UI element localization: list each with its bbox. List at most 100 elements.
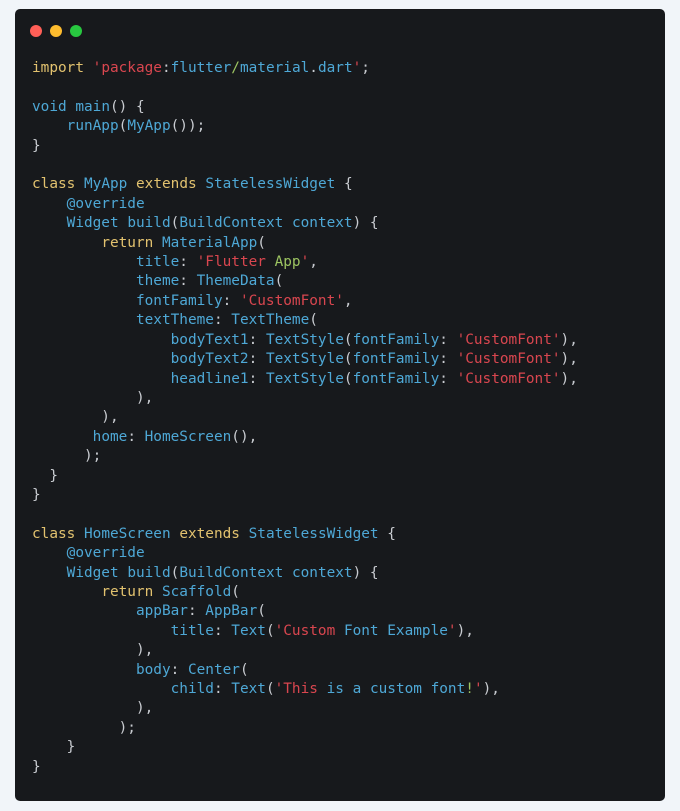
punctuation-token: ), bbox=[560, 331, 578, 348]
punctuation-token: } bbox=[32, 739, 76, 756]
identifier-token: fontFamily bbox=[352, 370, 440, 387]
punctuation-token: : bbox=[179, 273, 197, 290]
punctuation-token bbox=[379, 623, 388, 639]
punctuation-token bbox=[361, 681, 370, 697]
punctuation-token bbox=[32, 332, 171, 348]
identifier-token: AppBar bbox=[205, 603, 258, 620]
identifier-token: StatelessWidget bbox=[205, 176, 336, 193]
punctuation-token: ), bbox=[32, 389, 154, 406]
punctuation-token bbox=[32, 371, 171, 387]
punctuation-token: : bbox=[161, 60, 171, 76]
punctuation-token bbox=[75, 176, 84, 192]
punctuation-token: : bbox=[213, 681, 232, 697]
identifier-token: runApp bbox=[66, 118, 119, 135]
identifier-token: void bbox=[32, 98, 67, 115]
code-line: ), bbox=[32, 699, 578, 718]
identifier-token: headline1 bbox=[170, 370, 249, 387]
close-dot-icon[interactable] bbox=[30, 25, 42, 37]
identifier-token: HomeScreen bbox=[144, 428, 232, 445]
code-line: child: Text('This is a custom font!'), bbox=[32, 680, 578, 699]
code-line: class MyApp extends StatelessWidget { bbox=[32, 175, 578, 194]
identifier-token: HomeScreen bbox=[84, 525, 171, 542]
code-line: import 'package:flutter/material.dart'; bbox=[32, 59, 578, 78]
code-line: body: Center( bbox=[32, 661, 578, 680]
maximize-dot-icon[interactable] bbox=[70, 25, 82, 37]
identifier-token: custom bbox=[369, 681, 422, 697]
identifier-token: @override bbox=[66, 545, 145, 562]
punctuation-token: ( bbox=[343, 351, 353, 368]
punctuation-token bbox=[32, 662, 136, 678]
punctuation-token: , bbox=[309, 254, 318, 271]
punctuation-token: ()); bbox=[170, 118, 206, 135]
highlight-token: ! bbox=[465, 681, 474, 697]
punctuation-token: : bbox=[248, 351, 266, 368]
code-line: } bbox=[32, 467, 578, 486]
punctuation-token bbox=[32, 196, 67, 212]
code-line: home: HomeScreen(), bbox=[32, 428, 578, 447]
identifier-token: TextStyle bbox=[265, 370, 344, 387]
window-controls bbox=[30, 25, 82, 37]
punctuation-token: ( bbox=[343, 331, 353, 348]
punctuation-token bbox=[119, 215, 128, 231]
punctuation-token: ) { bbox=[352, 564, 379, 581]
punctuation-token: : bbox=[439, 370, 457, 387]
minimize-dot-icon[interactable] bbox=[50, 25, 62, 37]
code-line: Widget build(BuildContext context) { bbox=[32, 214, 578, 233]
identifier-token: build bbox=[127, 564, 171, 581]
punctuation-token bbox=[32, 429, 93, 445]
punctuation-token: , bbox=[343, 292, 353, 309]
identifier-token: material bbox=[239, 60, 310, 76]
identifier-token: MyApp bbox=[127, 118, 171, 135]
code-line: } bbox=[32, 738, 578, 757]
string-token: ' bbox=[352, 60, 362, 76]
punctuation-token bbox=[32, 215, 67, 231]
keyword-token: import bbox=[32, 60, 84, 76]
code-line: theme: ThemeData( bbox=[32, 272, 578, 291]
punctuation-token: ) { bbox=[352, 215, 379, 232]
keyword-token: class bbox=[32, 525, 76, 542]
identifier-token: bodyText2 bbox=[170, 351, 249, 368]
identifier-token: Example bbox=[387, 622, 448, 639]
keyword-token: extends bbox=[136, 176, 197, 193]
identifier-token: fontFamily bbox=[352, 331, 440, 348]
string-token: 'package bbox=[92, 60, 162, 76]
punctuation-token bbox=[153, 235, 162, 251]
code-line: headline1: TextStyle(fontFamily: 'Custom… bbox=[32, 370, 578, 389]
punctuation-token bbox=[266, 254, 275, 270]
string-token: ' bbox=[300, 254, 310, 271]
punctuation-token bbox=[32, 293, 136, 309]
punctuation-token: ( bbox=[274, 273, 284, 290]
identifier-token: dart bbox=[317, 60, 353, 76]
code-line: bodyText1: TextStyle(fontFamily: 'Custom… bbox=[32, 331, 578, 350]
string-token: 'Custom bbox=[274, 622, 336, 639]
punctuation-token bbox=[75, 526, 84, 542]
identifier-token: child bbox=[170, 681, 214, 697]
code-line: void main() { bbox=[32, 98, 578, 117]
keyword-token: extends bbox=[179, 525, 240, 542]
string-token: 'This bbox=[274, 681, 318, 697]
identifier-token: flutter bbox=[170, 60, 232, 76]
identifier-token: Font bbox=[343, 622, 379, 639]
string-token: 'CustomFont' bbox=[239, 292, 344, 309]
code-line: @override bbox=[32, 544, 578, 563]
code-window: import 'package:flutter/material.dart'; … bbox=[15, 9, 665, 801]
punctuation-token: } bbox=[32, 467, 58, 484]
identifier-token: context bbox=[291, 564, 353, 581]
code-line: ), bbox=[32, 408, 578, 427]
punctuation-token: ( bbox=[170, 564, 180, 581]
code-line: @override bbox=[32, 195, 578, 214]
identifier-token: a bbox=[352, 681, 362, 697]
punctuation-token: ), bbox=[32, 409, 119, 426]
identifier-token: StatelessWidget bbox=[248, 525, 379, 542]
punctuation-token bbox=[240, 526, 249, 542]
punctuation-token: ( bbox=[309, 312, 318, 329]
code-line: class HomeScreen extends StatelessWidget… bbox=[32, 525, 578, 544]
identifier-token: Widget bbox=[66, 215, 119, 232]
punctuation-token: ), bbox=[32, 642, 154, 659]
punctuation-token: ( bbox=[170, 215, 180, 232]
punctuation-token: : bbox=[222, 292, 240, 309]
punctuation-token: : bbox=[187, 603, 206, 620]
punctuation-token bbox=[32, 312, 136, 328]
